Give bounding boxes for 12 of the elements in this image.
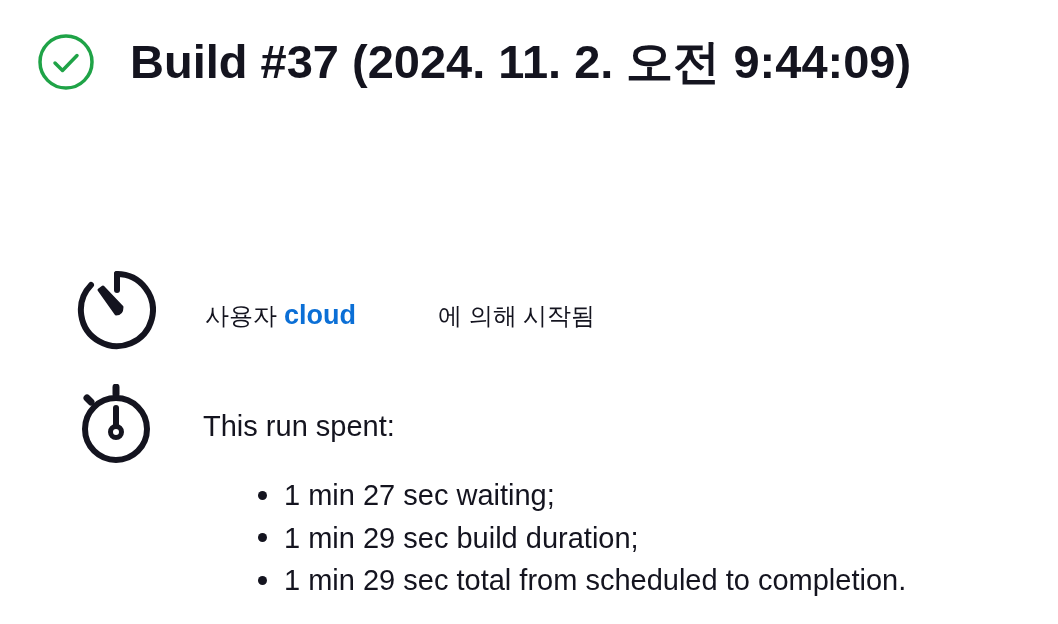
build-title: Build #37 (2024. 11. 2. 오전 9:44:09) <box>130 34 912 90</box>
started-by-label: 사용자 <box>205 300 277 331</box>
bullet-icon <box>258 575 267 585</box>
timing-item: 1 min 29 sec total from scheduled to completion. <box>284 563 907 598</box>
run-time-label: This run spent: <box>203 409 395 443</box>
started-by-suffix: 에 의해 시작됨 <box>438 300 596 331</box>
timing-item: 1 min 29 sec build duration; <box>284 520 639 555</box>
user-link[interactable]: cloud <box>284 298 356 331</box>
timing-item: 1 min 27 sec waiting; <box>284 478 555 513</box>
timer-icon <box>76 270 156 350</box>
bullet-icon <box>258 490 267 500</box>
bullet-icon <box>258 533 267 543</box>
